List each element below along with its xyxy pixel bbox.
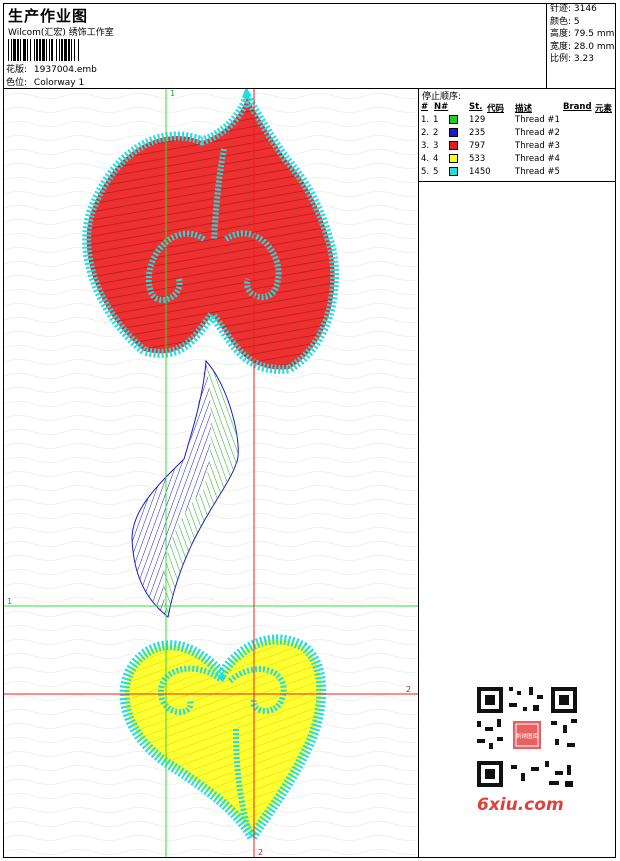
red-h-guide-label: 2: [406, 685, 411, 694]
stat-height: 高度: 79.5 mm: [550, 29, 615, 40]
header: 生产作业图 Wilcom(汇宏) 绣饰工作室 花版: 1937004.emb 色…: [3, 3, 616, 89]
header-n: N#: [434, 102, 449, 112]
header-element: 元素: [595, 104, 613, 114]
design-label: 花版:: [6, 65, 28, 75]
header-brand: Brand: [563, 102, 592, 112]
sequence-row: 2. 2 235 Thread #2: [421, 128, 560, 138]
watermark: 6xiu.com: [477, 795, 564, 815]
sequence-row: 4. 4 533 Thread #4: [421, 154, 560, 164]
qr-code: 刺绣图库: [471, 681, 583, 793]
color-swatch: [449, 115, 458, 124]
color-swatch: [449, 154, 458, 163]
green-v-guide-label: 1: [170, 89, 175, 98]
red-v-guide-label: 2: [258, 848, 263, 857]
colorway-info: 色位: Colorway 1: [6, 75, 84, 88]
header-st: St.: [469, 102, 483, 112]
page-title: 生产作业图: [8, 7, 89, 25]
sequence-row: 5. 5 1450 Thread #5: [421, 167, 560, 177]
stats-panel: 针迹: 3146 颜色: 5 高度: 79.5 mm 宽度: 28.0 mm 比…: [546, 3, 616, 89]
header-code: 代码: [487, 104, 505, 114]
colorway-value: Colorway 1: [33, 78, 85, 88]
stat-width: 宽度: 28.0 mm: [550, 41, 615, 52]
sequence-row: 3. 3 797 Thread #3: [421, 141, 560, 151]
color-swatch: [449, 167, 458, 176]
company-name: Wilcom(汇宏) 绣饰工作室: [8, 28, 114, 38]
barcode: [8, 39, 79, 61]
color-swatch: [449, 128, 458, 137]
color-swatch: [449, 141, 458, 150]
design-svg: 1 1 2 2: [4, 89, 418, 857]
qr-logo-text: 刺绣图库: [516, 732, 539, 740]
green-h-guide-label: 1: [7, 597, 12, 606]
design-canvas: 1 1 2 2: [4, 89, 418, 857]
stat-scale: 比例: 3.23: [550, 54, 594, 65]
sequence-row: 1. 1 129 Thread #1: [421, 115, 560, 125]
stop-sequence-panel: 停止顺序: # N# St. 代码 描述 Brand 元素 1. 1 129 Thr…: [418, 89, 615, 857]
header-desc: 描述: [515, 104, 533, 114]
sequence-divider: [419, 181, 615, 182]
header-num: #: [421, 102, 429, 112]
stat-stitches: 针迹: 3146: [550, 4, 597, 14]
colorway-label: 色位:: [6, 78, 28, 88]
design-value: 1937004.emb: [33, 65, 97, 75]
stat-colors: 颜色: 5: [550, 16, 580, 27]
design-info: 花版: 1937004.emb: [6, 62, 97, 75]
sequence-title: 停止顺序:: [422, 92, 462, 102]
